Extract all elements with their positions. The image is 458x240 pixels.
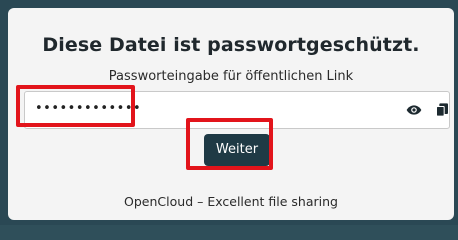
eye-icon[interactable] bbox=[405, 102, 423, 118]
page-background: Diese Datei ist passwortgeschützt. Passw… bbox=[0, 0, 458, 225]
password-input[interactable]: ••••••••••••• bbox=[24, 91, 450, 129]
continue-button[interactable]: Weiter bbox=[204, 134, 270, 166]
copy-icon[interactable] bbox=[434, 102, 450, 118]
password-label: Passworteingabe für öffentlichen Link bbox=[108, 69, 354, 84]
page-title: Diese Datei ist passwortgeschützt. bbox=[42, 34, 420, 56]
password-dialog: Diese Datei ist passwortgeschützt. Passw… bbox=[8, 8, 454, 220]
footer-text: OpenCloud – Excellent file sharing bbox=[124, 194, 338, 209]
password-value: ••••••••••••• bbox=[35, 101, 142, 116]
